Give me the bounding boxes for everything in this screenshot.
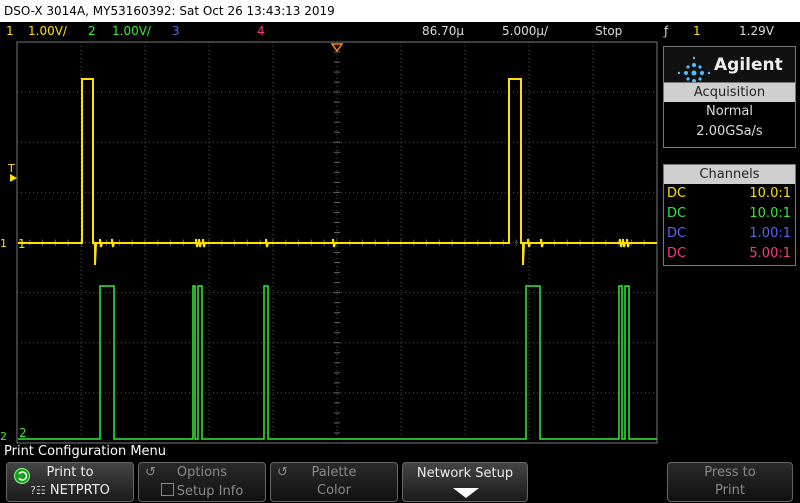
acquisition-mode: Normal — [705, 104, 754, 119]
ch4-label[interactable]: 4 — [257, 22, 265, 40]
print-to-softkey[interactable]: Print to ?☷ NETPRTO — [6, 462, 134, 502]
status-bar: 1 1.00V/ 2 1.00V/ 3 4 86.70µ 5.000µ/ Sto… — [0, 22, 800, 40]
ch1-probe: 10.0:1 — [749, 186, 791, 201]
setup-info-row[interactable]: Setup Info — [139, 483, 265, 500]
ch1-scale[interactable]: 1.00V/ — [28, 22, 67, 40]
options-label: Options — [176, 465, 228, 480]
trigger-position-icon — [330, 43, 344, 53]
trigger-channel[interactable]: 1 — [693, 22, 701, 40]
brand-name: Agilent — [714, 55, 783, 75]
network-setup-label: Network Setup — [416, 466, 514, 481]
acquisition-panel[interactable]: Acquisition Normal 2.00GSa/s — [663, 82, 796, 148]
ch2-marker: 2 — [19, 426, 27, 440]
ch3-coupling: DC — [667, 226, 687, 241]
acquisition-header: Acquisition — [664, 83, 795, 102]
network-setup-softkey[interactable]: Network Setup — [402, 462, 528, 502]
palette-softkey[interactable]: ↺ Palette Color — [270, 462, 398, 502]
press-to-print-line2: Print — [715, 483, 745, 498]
ch3-probe: 1.00:1 — [749, 226, 791, 241]
ch4-probe: 5.00:1 — [749, 246, 791, 261]
trigger-marker: T — [7, 162, 15, 175]
ch4-coupling: DC — [667, 246, 687, 261]
channel-row-4[interactable]: DC 5.00:1 — [664, 244, 795, 264]
setup-info-checkbox[interactable] — [160, 483, 174, 496]
menu-title: Print Configuration Menu — [4, 444, 167, 459]
title-bar: DSO-X 3014A, MY53160392: Sat Oct 26 13:4… — [0, 0, 800, 22]
print-to-value: NETPRTO — [49, 483, 110, 498]
waveform-display[interactable]: T 1 2 1 2 — [0, 40, 660, 444]
waveform-svg: T 1 2 1 2 — [0, 41, 658, 444]
ch2-label[interactable]: 2 — [88, 22, 96, 40]
trigger-slope-icon: ƒ — [664, 24, 669, 38]
title-text: DSO-X 3014A, MY53160392: Sat Oct 26 13:4… — [4, 4, 335, 18]
press-to-print-line1: Press to — [704, 465, 756, 480]
channel-row-2[interactable]: DC 10.0:1 — [664, 204, 795, 224]
channel-row-3[interactable]: DC 1.00:1 — [664, 224, 795, 244]
trigger-level[interactable]: 1.29V — [739, 22, 774, 40]
print-to-label: Print to — [46, 465, 94, 480]
submenu-arrow-icon — [453, 488, 479, 498]
sample-rate: 2.00GSa/s — [696, 124, 763, 139]
print-to-value-row: ?☷ NETPRTO — [7, 483, 133, 499]
palette-label: Palette — [311, 465, 357, 480]
network-printer-icon: ?☷ — [30, 484, 46, 497]
ch2-probe: 10.0:1 — [749, 206, 791, 221]
options-softkey[interactable]: ↺ Options Setup Info — [138, 462, 266, 502]
ch2-coupling: DC — [667, 206, 687, 221]
ch1-label[interactable]: 1 — [6, 22, 14, 40]
run-state[interactable]: Stop — [595, 22, 622, 40]
time-delay[interactable]: 86.70µ — [422, 22, 464, 40]
ch2-scale[interactable]: 1.00V/ — [112, 22, 151, 40]
ch2-ground-label: 2 — [0, 430, 7, 443]
ch1-marker: 1 — [18, 237, 26, 251]
ch1-coupling: DC — [667, 186, 687, 201]
ch3-label[interactable]: 3 — [172, 22, 180, 40]
press-to-print-softkey[interactable]: Press to Print — [667, 462, 793, 502]
palette-value: Color — [317, 483, 351, 498]
setup-info-label: Setup Info — [176, 484, 244, 499]
channels-header: Channels — [664, 165, 795, 184]
time-scale[interactable]: 5.000µ/ — [502, 22, 548, 40]
side-panel: Agilent Acquisition Normal 2.00GSa/s Cha… — [660, 40, 800, 444]
channels-panel[interactable]: Channels DC 10.0:1 DC 10.0:1 DC 1.00:1 DC 5.… — [663, 164, 796, 266]
ch1-ground-label: 1 — [0, 237, 7, 250]
trigger-level-icon — [10, 174, 17, 182]
channel-row-1[interactable]: DC 10.0:1 — [664, 184, 795, 204]
